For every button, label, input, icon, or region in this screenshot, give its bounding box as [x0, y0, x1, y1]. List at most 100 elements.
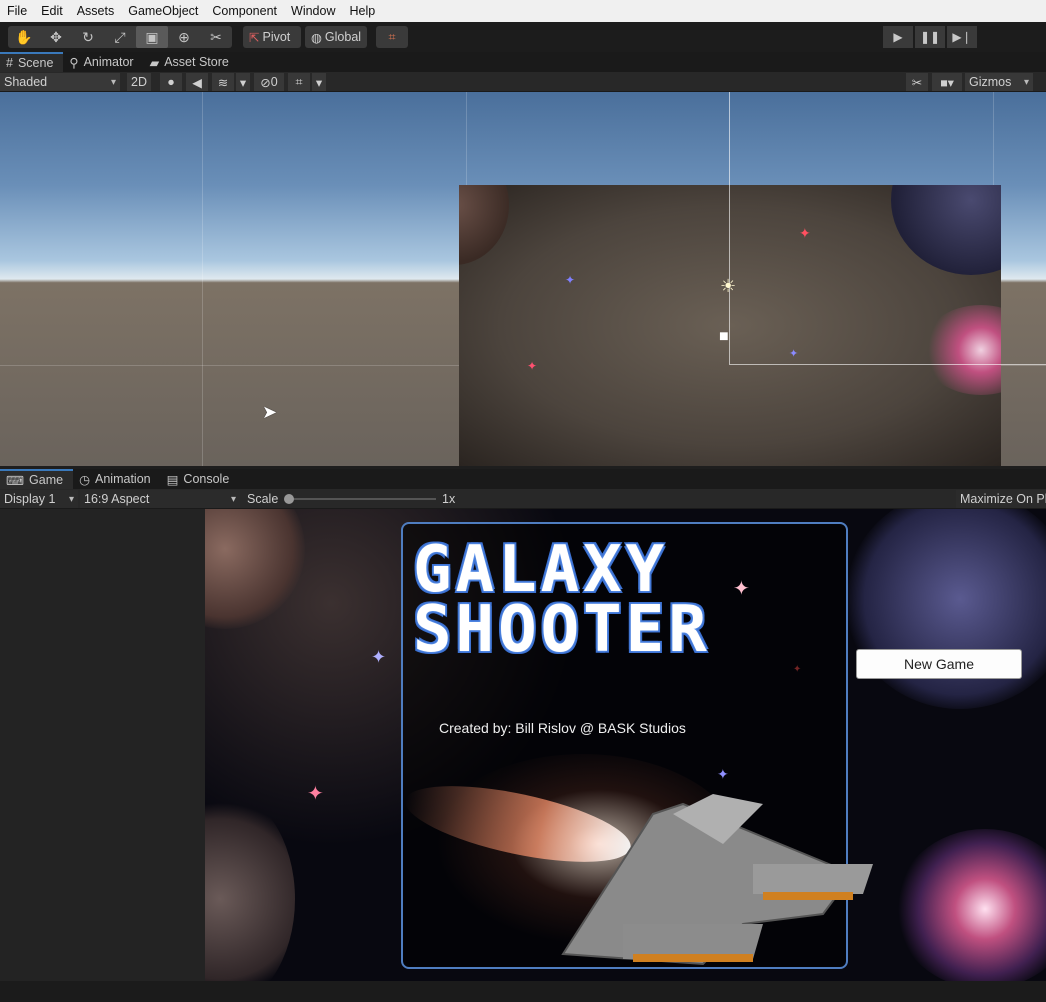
status-bar [0, 981, 1046, 1002]
globe-icon: ◍ [311, 30, 322, 45]
menu-file[interactable]: File [0, 0, 34, 22]
menu-bar: File Edit Assets GameObject Component Wi… [0, 0, 1046, 22]
planet-shape [205, 789, 295, 981]
star-icon: ✦ [307, 783, 324, 805]
effects-icon[interactable]: ≋ [212, 73, 234, 91]
star-icon: ✦ [371, 647, 387, 667]
transform-tools: ✋ ✥ ↻ ⤢ ▣ ⊕ ✂ [8, 26, 232, 48]
light-icon[interactable]: ☀ [720, 276, 736, 297]
mode-2d-label: 2D [131, 75, 147, 89]
gizmos-label: Gizmos [969, 75, 1012, 89]
custom-tool-icon[interactable]: ✂ [200, 26, 232, 48]
game-title-line1: GALAXY [413, 533, 669, 607]
tab-asset-store[interactable]: ▰ Asset Store [144, 52, 239, 72]
scene-view[interactable]: ✦ ✦ ✦ ✦ ☀ ■ ➤ [0, 92, 1046, 466]
tab-game-label: Game [29, 473, 64, 487]
scale-label: Scale [243, 490, 283, 508]
pivot-label: Pivot [262, 30, 291, 44]
scene-tab-row: # Scene ⚲ Animator ▰ Asset Store [0, 52, 1046, 72]
eye-slash-icon: ⊘ [260, 75, 271, 90]
credit-text: Created by: Bill Rislov @ BASK Studios [439, 720, 686, 736]
shading-mode-label: Shaded [4, 75, 48, 89]
rotate-tool-icon[interactable]: ↻ [72, 26, 104, 48]
pause-icon[interactable]: ❚❚ [915, 26, 945, 48]
grid-toggle-icon[interactable]: ⌗ [288, 73, 310, 91]
menu-component[interactable]: Component [205, 0, 284, 22]
pivot-icon: ⇱ [249, 30, 260, 45]
display-dropdown[interactable]: Display 1 [0, 490, 78, 508]
gizmos-dropdown[interactable]: Gizmos [965, 73, 1033, 91]
snap-grid-icon[interactable]: ⌗ [376, 26, 408, 48]
star-icon: ✦ [799, 225, 811, 241]
scene-controls: Shaded 2D ● ◀ ≋ ▾ ⊘ 0 ⌗ ▾ ✂ ■▾ Gizmos [0, 72, 1046, 92]
game-view-letterbox [0, 509, 205, 981]
tab-animation[interactable]: ◷ Animation [73, 469, 161, 489]
tab-animator-label: Animator [83, 55, 134, 69]
tab-animation-label: Animation [95, 472, 151, 486]
grid-dropdown-icon[interactable]: ▾ [312, 73, 326, 91]
star-icon: ✦ [565, 273, 576, 287]
scale-value-text: 1x [442, 492, 456, 506]
main-toolbar: ✋ ✥ ↻ ⤢ ▣ ⊕ ✂ ⇱ Pivot ◍ Global ⌗ ▶ ❚❚ ▶❘ [0, 22, 1046, 52]
audio-icon[interactable]: ◀ [186, 73, 208, 91]
aspect-dropdown[interactable]: 16:9 Aspect [80, 490, 240, 508]
hand-tool-icon[interactable]: ✋ [8, 26, 40, 48]
tab-console[interactable]: ▤ Console [161, 469, 240, 489]
store-icon: ▰ [149, 55, 160, 70]
console-icon: ▤ [166, 472, 179, 487]
play-icon[interactable]: ▶ [883, 26, 913, 48]
game-view[interactable]: ✦ ✦ ✦ GALAXY SHOOTER ✦ ✦ Created by: Bil… [205, 509, 1046, 981]
shading-mode-dropdown[interactable]: Shaded [0, 73, 120, 91]
gamepad-icon: ⌨ [6, 473, 25, 488]
nebula-shape [891, 185, 1001, 275]
tab-scene[interactable]: # Scene [0, 52, 64, 72]
menu-assets[interactable]: Assets [70, 0, 122, 22]
menu-gameobject[interactable]: GameObject [121, 0, 205, 22]
menu-help[interactable]: Help [342, 0, 382, 22]
new-game-button[interactable]: New Game [856, 649, 1022, 679]
menu-window[interactable]: Window [284, 0, 342, 22]
scale-label-text: Scale [247, 492, 279, 506]
camera-gizmo-icon[interactable]: ■ [719, 328, 729, 346]
display-label: Display 1 [4, 492, 56, 506]
mode-2d-toggle[interactable]: 2D [127, 73, 151, 91]
canvas-outline [729, 364, 1046, 365]
title-panel: GALAXY SHOOTER ✦ ✦ Created by: Bill Risl… [399, 522, 873, 969]
menu-edit[interactable]: Edit [34, 0, 70, 22]
grid-icon: # [6, 56, 13, 70]
lighting-icon[interactable]: ● [160, 73, 182, 91]
aspect-label: 16:9 Aspect [84, 492, 150, 506]
maximize-on-play-toggle[interactable]: Maximize On Pl [956, 490, 1046, 508]
spaceship-icon [561, 794, 873, 966]
tab-console-label: Console [183, 472, 230, 486]
game-controls: Display 1 16:9 Aspect Scale 1x Maximize … [0, 489, 1046, 509]
move-tool-icon[interactable]: ✥ [40, 26, 72, 48]
galaxy-shape [921, 305, 1001, 395]
game-tab-row: ⌨ Game ◷ Animation ▤ Console [0, 469, 1046, 489]
camera-icon[interactable]: ■▾ [932, 73, 962, 91]
planet-shape [205, 509, 305, 629]
effects-dropdown-icon[interactable]: ▾ [236, 73, 250, 91]
star-icon: ✦ [527, 359, 538, 373]
pivot-toggle[interactable]: ⇱ Pivot [243, 26, 301, 48]
scale-tool-icon[interactable]: ⤢ [104, 26, 136, 48]
hidden-objects-toggle[interactable]: ⊘ 0 [254, 73, 284, 91]
scale-slider[interactable] [284, 494, 436, 504]
background-sprite[interactable]: ✦ ✦ ✦ ✦ [459, 185, 1001, 466]
tab-asset-store-label: Asset Store [164, 55, 229, 69]
global-toggle[interactable]: ◍ Global [305, 26, 367, 48]
game-title-line2: SHOOTER [413, 593, 711, 667]
tab-scene-label: Scene [17, 56, 54, 70]
mouse-cursor-icon: ➤ [262, 402, 278, 422]
scale-slider-handle[interactable] [284, 494, 294, 504]
tools-icon[interactable]: ✂ [906, 73, 928, 91]
star-icon: ✦ [733, 578, 750, 600]
star-icon: ✦ [789, 348, 799, 360]
tab-animator[interactable]: ⚲ Animator [63, 52, 143, 72]
tab-game[interactable]: ⌨ Game [0, 469, 74, 489]
step-icon[interactable]: ▶❘ [947, 26, 977, 48]
global-label: Global [324, 30, 362, 44]
rect-tool-icon[interactable]: ▣ [136, 26, 168, 48]
transform-tool-icon[interactable]: ⊕ [168, 26, 200, 48]
scale-value: 1x [438, 490, 468, 508]
